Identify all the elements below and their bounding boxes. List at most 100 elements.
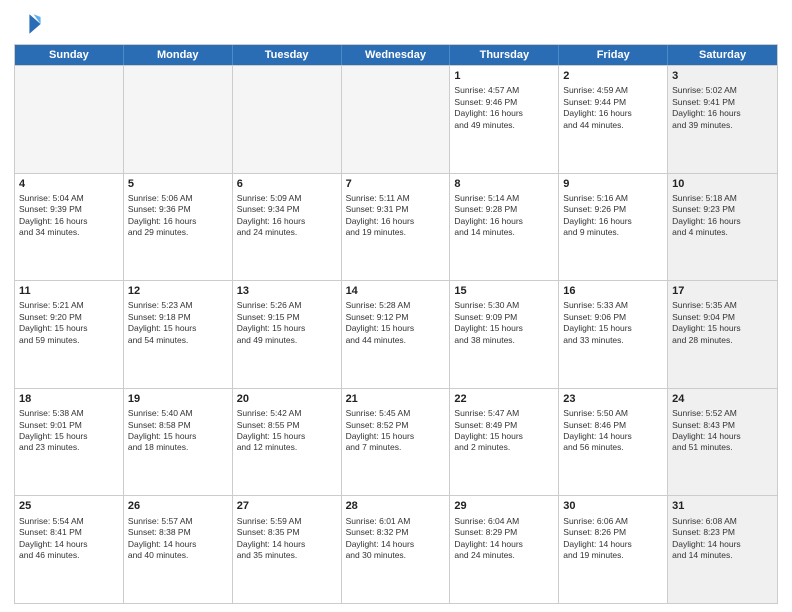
day-number: 30: [563, 499, 663, 513]
calendar-row-1: 1 Sunrise: 4:57 AM Sunset: 9:46 PM Daylig…: [15, 65, 777, 173]
day-number: 23: [563, 392, 663, 406]
cal-cell-8: 8Sunrise: 5:14 AM Sunset: 9:28 PM Daylig…: [450, 174, 559, 281]
header-cell-monday: Monday: [124, 45, 233, 65]
day-info: Sunrise: 5:50 AM Sunset: 8:46 PM Dayligh…: [563, 408, 663, 454]
logo: [14, 10, 46, 38]
calendar-row-4: 18 Sunrise: 5:38 AM Sunset: 9:01 PM Dayli…: [15, 388, 777, 496]
day-number: 15: [454, 284, 554, 298]
day-number: 14: [346, 284, 446, 298]
day-number: 20: [237, 392, 337, 406]
page: SundayMondayTuesdayWednesdayThursdayFrid…: [0, 0, 792, 612]
top-section: [14, 10, 778, 38]
cal-cell-27: 27 Sunrise: 5:59 AM Sunset: 8:35 PM Dayli…: [233, 496, 342, 603]
header-cell-thursday: Thursday: [450, 45, 559, 65]
day-info: Sunrise: 5:18 AM Sunset: 9:23 PM Dayligh…: [672, 193, 773, 239]
day-info: Sunrise: 5:04 AM Sunset: 9:39 PM Dayligh…: [19, 193, 119, 239]
day-info: Sunrise: 5:54 AM Sunset: 8:41 PM Dayligh…: [19, 516, 119, 562]
cal-cell-29: 29Sunrise: 6:04 AM Sunset: 8:29 PM Dayli…: [450, 496, 559, 603]
day-info: Sunrise: 5:02 AM Sunset: 9:41 PM Dayligh…: [672, 85, 773, 131]
cal-cell-28: 28 Sunrise: 6:01 AM Sunset: 8:32 PM Dayli…: [342, 496, 451, 603]
day-number: 12: [128, 284, 228, 298]
header-cell-tuesday: Tuesday: [233, 45, 342, 65]
header-cell-friday: Friday: [559, 45, 668, 65]
day-info: Sunrise: 5:23 AM Sunset: 9:18 PM Dayligh…: [128, 300, 228, 346]
cal-cell-5: 5Sunrise: 5:06 AM Sunset: 9:36 PM Daylig…: [124, 174, 233, 281]
day-number: 6: [237, 177, 337, 191]
cal-cell-10: 10Sunrise: 5:18 AM Sunset: 9:23 PM Dayli…: [668, 174, 777, 281]
calendar-row-2: 4 Sunrise: 5:04 AM Sunset: 9:39 PM Daylig…: [15, 173, 777, 281]
header-cell-saturday: Saturday: [668, 45, 777, 65]
cal-cell-7: 7Sunrise: 5:11 AM Sunset: 9:31 PM Daylig…: [342, 174, 451, 281]
cal-cell-6: 6Sunrise: 5:09 AM Sunset: 9:34 PM Daylig…: [233, 174, 342, 281]
day-info: Sunrise: 6:08 AM Sunset: 8:23 PM Dayligh…: [672, 516, 773, 562]
day-info: Sunrise: 5:21 AM Sunset: 9:20 PM Dayligh…: [19, 300, 119, 346]
day-info: Sunrise: 5:28 AM Sunset: 9:12 PM Dayligh…: [346, 300, 446, 346]
calendar-row-5: 25 Sunrise: 5:54 AM Sunset: 8:41 PM Dayli…: [15, 495, 777, 603]
day-number: 31: [672, 499, 773, 513]
day-number: 3: [672, 69, 773, 83]
day-info: Sunrise: 5:40 AM Sunset: 8:58 PM Dayligh…: [128, 408, 228, 454]
day-number: 19: [128, 392, 228, 406]
day-info: Sunrise: 5:52 AM Sunset: 8:43 PM Dayligh…: [672, 408, 773, 454]
day-number: 9: [563, 177, 663, 191]
day-number: 18: [19, 392, 119, 406]
day-number: 28: [346, 499, 446, 513]
day-number: 21: [346, 392, 446, 406]
cal-cell-14: 14 Sunrise: 5:28 AM Sunset: 9:12 PM Dayli…: [342, 281, 451, 388]
cal-cell-3: 3 Sunrise: 5:02 AM Sunset: 9:41 PM Daylig…: [668, 66, 777, 173]
day-info: Sunrise: 5:45 AM Sunset: 8:52 PM Dayligh…: [346, 408, 446, 454]
header-cell-wednesday: Wednesday: [342, 45, 451, 65]
day-info: Sunrise: 5:57 AM Sunset: 8:38 PM Dayligh…: [128, 516, 228, 562]
day-number: 25: [19, 499, 119, 513]
cal-cell-23: 23 Sunrise: 5:50 AM Sunset: 8:46 PM Dayli…: [559, 389, 668, 496]
day-number: 13: [237, 284, 337, 298]
cal-cell-26: 26 Sunrise: 5:57 AM Sunset: 8:38 PM Dayli…: [124, 496, 233, 603]
cal-cell-2: 2Sunrise: 4:59 AM Sunset: 9:44 PM Daylig…: [559, 66, 668, 173]
calendar-header: SundayMondayTuesdayWednesdayThursdayFrid…: [15, 45, 777, 65]
day-info: Sunrise: 5:42 AM Sunset: 8:55 PM Dayligh…: [237, 408, 337, 454]
cal-cell-empty-0-1: [124, 66, 233, 173]
cal-cell-4: 4 Sunrise: 5:04 AM Sunset: 9:39 PM Daylig…: [15, 174, 124, 281]
cal-cell-12: 12 Sunrise: 5:23 AM Sunset: 9:18 PM Dayli…: [124, 281, 233, 388]
cal-cell-24: 24 Sunrise: 5:52 AM Sunset: 8:43 PM Dayli…: [668, 389, 777, 496]
logo-icon: [14, 10, 42, 38]
cal-cell-21: 21 Sunrise: 5:45 AM Sunset: 8:52 PM Dayli…: [342, 389, 451, 496]
day-info: Sunrise: 6:06 AM Sunset: 8:26 PM Dayligh…: [563, 516, 663, 562]
cal-cell-9: 9Sunrise: 5:16 AM Sunset: 9:26 PM Daylig…: [559, 174, 668, 281]
cal-cell-25: 25 Sunrise: 5:54 AM Sunset: 8:41 PM Dayli…: [15, 496, 124, 603]
calendar: SundayMondayTuesdayWednesdayThursdayFrid…: [14, 44, 778, 604]
day-number: 4: [19, 177, 119, 191]
day-info: Sunrise: 5:30 AM Sunset: 9:09 PM Dayligh…: [454, 300, 554, 346]
day-info: Sunrise: 4:57 AM Sunset: 9:46 PM Dayligh…: [454, 85, 554, 131]
day-info: Sunrise: 5:14 AM Sunset: 9:28 PM Dayligh…: [454, 193, 554, 239]
cal-cell-11: 11 Sunrise: 5:21 AM Sunset: 9:20 PM Dayli…: [15, 281, 124, 388]
cal-cell-16: 16Sunrise: 5:33 AM Sunset: 9:06 PM Dayli…: [559, 281, 668, 388]
day-number: 1: [454, 69, 554, 83]
day-info: Sunrise: 6:04 AM Sunset: 8:29 PM Dayligh…: [454, 516, 554, 562]
cal-cell-empty-0-2: [233, 66, 342, 173]
day-number: 2: [563, 69, 663, 83]
cal-cell-22: 22Sunrise: 5:47 AM Sunset: 8:49 PM Dayli…: [450, 389, 559, 496]
cal-cell-31: 31 Sunrise: 6:08 AM Sunset: 8:23 PM Dayli…: [668, 496, 777, 603]
day-number: 24: [672, 392, 773, 406]
cal-cell-20: 20 Sunrise: 5:42 AM Sunset: 8:55 PM Dayli…: [233, 389, 342, 496]
day-info: Sunrise: 5:26 AM Sunset: 9:15 PM Dayligh…: [237, 300, 337, 346]
cal-cell-13: 13 Sunrise: 5:26 AM Sunset: 9:15 PM Dayli…: [233, 281, 342, 388]
day-number: 11: [19, 284, 119, 298]
day-info: Sunrise: 6:01 AM Sunset: 8:32 PM Dayligh…: [346, 516, 446, 562]
cal-cell-18: 18 Sunrise: 5:38 AM Sunset: 9:01 PM Dayli…: [15, 389, 124, 496]
day-info: Sunrise: 5:35 AM Sunset: 9:04 PM Dayligh…: [672, 300, 773, 346]
header-cell-sunday: Sunday: [15, 45, 124, 65]
day-number: 26: [128, 499, 228, 513]
day-number: 5: [128, 177, 228, 191]
day-number: 27: [237, 499, 337, 513]
day-number: 7: [346, 177, 446, 191]
day-info: Sunrise: 5:59 AM Sunset: 8:35 PM Dayligh…: [237, 516, 337, 562]
cal-cell-17: 17 Sunrise: 5:35 AM Sunset: 9:04 PM Dayli…: [668, 281, 777, 388]
day-number: 16: [563, 284, 663, 298]
day-number: 17: [672, 284, 773, 298]
cal-cell-empty-0-3: [342, 66, 451, 173]
day-info: Sunrise: 5:47 AM Sunset: 8:49 PM Dayligh…: [454, 408, 554, 454]
day-info: Sunrise: 5:38 AM Sunset: 9:01 PM Dayligh…: [19, 408, 119, 454]
cal-cell-19: 19 Sunrise: 5:40 AM Sunset: 8:58 PM Dayli…: [124, 389, 233, 496]
